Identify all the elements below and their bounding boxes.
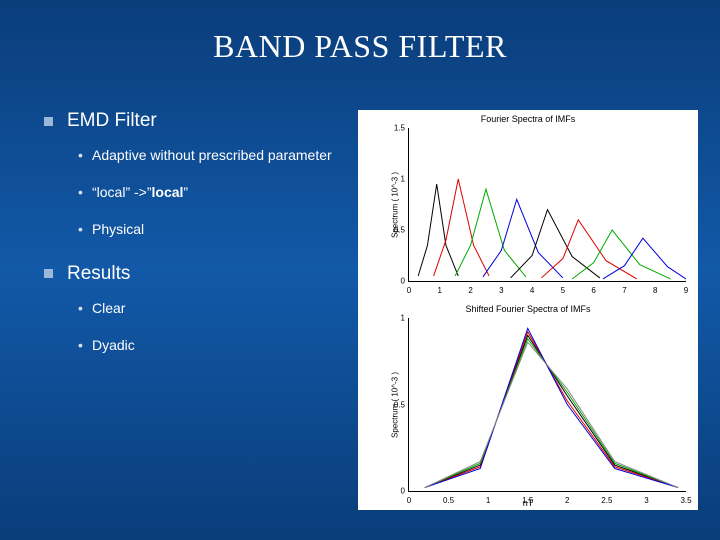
x-tick-label: 8 <box>653 286 657 295</box>
chart-title: Shifted Fourier Spectra of IMFs <box>358 300 698 314</box>
y-tick-label: 1.5 <box>391 124 405 133</box>
chart-series-line <box>425 339 678 488</box>
chart-series-line <box>483 199 563 278</box>
x-tick-label: 0 <box>407 496 411 505</box>
x-tick-label: 4 <box>530 286 534 295</box>
list-item: Adaptive without prescribed parameter <box>78 146 344 165</box>
x-tick-label: 1 <box>486 496 490 505</box>
list-item: “local” ->”local” <box>78 183 344 202</box>
x-tick-label: 0.5 <box>443 496 454 505</box>
chart-series-line <box>425 328 678 487</box>
x-tick-label: 3 <box>644 496 648 505</box>
x-tick-label: 3 <box>499 286 503 295</box>
section-header: Results <box>44 263 344 285</box>
x-tick-label: 7 <box>622 286 626 295</box>
list-item: Dyadic <box>78 336 344 355</box>
page-title: BAND PASS FILTER <box>0 0 720 65</box>
list-item: Physical <box>78 220 344 239</box>
plot-area: 00.511.522.533.500.51 <box>408 318 686 492</box>
y-tick-label: 0.5 <box>391 226 405 235</box>
section-header: EMD Filter <box>44 110 344 132</box>
y-tick-label: 1 <box>391 314 405 323</box>
section-emd: EMD Filter Adaptive without prescribed p… <box>44 110 344 239</box>
y-tick-label: 1 <box>391 175 405 184</box>
square-bullet-icon <box>44 269 53 278</box>
chart-shifted-spectra: Shifted Fourier Spectra of IMFs Spectrum… <box>358 300 698 510</box>
y-tick-label: 0 <box>391 487 405 496</box>
y-tick-label: 0 <box>391 277 405 286</box>
x-tick-label: 2.5 <box>601 496 612 505</box>
plot-area: 012345678900.511.5 <box>408 128 686 282</box>
square-bullet-icon <box>44 117 53 126</box>
chart-series-line <box>425 342 678 487</box>
section-heading: Results <box>67 263 130 285</box>
x-tick-label: 3.5 <box>680 496 691 505</box>
x-tick-label: 9 <box>684 286 688 295</box>
x-tick-label: 2 <box>565 496 569 505</box>
chart-fourier-spectra: Fourier Spectra of IMFs Spectrum ( 10^-3… <box>358 110 698 300</box>
x-tick-label: 1.5 <box>522 496 533 505</box>
sub-list: Clear Dyadic <box>78 299 344 355</box>
x-tick-label: 5 <box>561 286 565 295</box>
x-tick-label: 6 <box>591 286 595 295</box>
list-item: Clear <box>78 299 344 318</box>
chart-panel: Fourier Spectra of IMFs Spectrum ( 10^-3… <box>358 110 698 510</box>
x-tick-label: 1 <box>438 286 442 295</box>
chart-title: Fourier Spectra of IMFs <box>358 110 698 124</box>
bullet-content: EMD Filter Adaptive without prescribed p… <box>44 110 344 378</box>
chart-series-line <box>434 179 489 276</box>
sub-list: Adaptive without prescribed parameter “l… <box>78 146 344 239</box>
x-tick-label: 0 <box>407 286 411 295</box>
section-results: Results Clear Dyadic <box>44 263 344 355</box>
chart-series-line <box>425 335 678 487</box>
y-tick-label: 0.5 <box>391 400 405 409</box>
x-tick-label: 2 <box>468 286 472 295</box>
section-heading: EMD Filter <box>67 110 157 132</box>
chart-series-line <box>603 238 686 279</box>
chart-series-line <box>425 332 678 488</box>
chart-series-line <box>572 230 670 279</box>
